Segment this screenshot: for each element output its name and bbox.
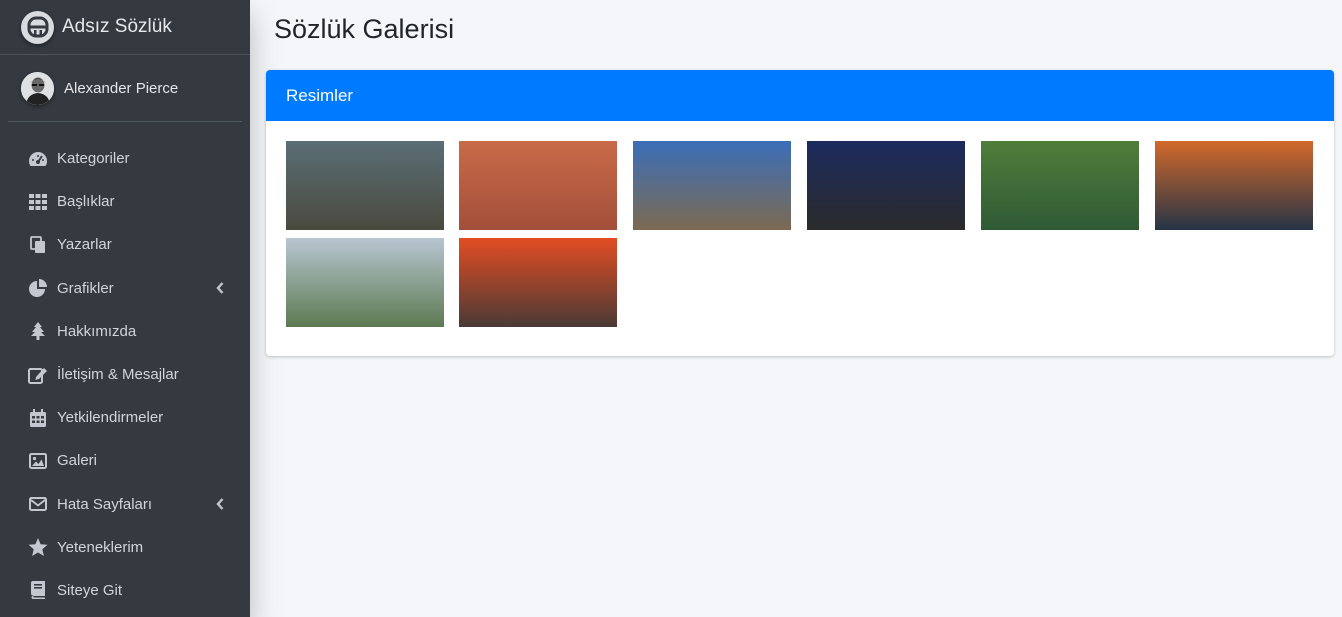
sidebar-item-galeri[interactable]: Galeri (0, 439, 250, 482)
pie-chart-icon (28, 278, 48, 298)
tachometer-icon (28, 149, 48, 169)
card-header: Resimler (266, 70, 1334, 121)
sidebar-item-label: Yazarlar (57, 236, 112, 254)
sidebar-item-iletisim[interactable]: İletişim & Mesajlar (0, 353, 250, 396)
page-title: Sözlük Galerisi (274, 14, 455, 44)
chevron-left-icon (216, 282, 226, 294)
gallery-image-trojan-horse[interactable] (633, 141, 791, 230)
user-avatar (21, 71, 54, 105)
gallery-image-sunset-coast[interactable] (1155, 141, 1313, 230)
sidebar-item-label: Kategoriler (57, 150, 130, 168)
gallery-image-river-city[interactable] (286, 238, 444, 327)
sidebar-item-label: Siteye Git (57, 581, 123, 599)
sidebar-item-kategoriler[interactable]: Kategoriler (0, 137, 250, 180)
sidebar-item-label: Galeri (57, 452, 98, 470)
sidebar-nav: Kategoriler Başlıklar Yazarlar Grafikler (0, 122, 250, 612)
sidebar-item-label: İletişim & Mesajlar (57, 366, 179, 384)
sidebar-item-grafikler[interactable]: Grafikler (0, 267, 250, 310)
gallery-image-sea-sunset[interactable] (459, 238, 617, 327)
brand-name: Adsız Sözlük (62, 16, 172, 37)
book-icon (28, 580, 48, 600)
sidebar-item-label: Grafikler (57, 279, 114, 297)
gallery-image-city-aerial[interactable] (286, 141, 444, 230)
gallery-image-stone-bridge-river[interactable] (981, 141, 1139, 230)
star-icon (28, 537, 48, 557)
sidebar-item-label: Yetkilendirmeler (57, 409, 164, 427)
user-name[interactable]: Alexander Pierce (64, 80, 178, 97)
sidebar-item-yeteneklerim[interactable]: Yeteneklerim (0, 526, 250, 569)
image-icon (28, 451, 48, 471)
gallery-card: Resimler (266, 70, 1334, 356)
envelope-icon (28, 494, 48, 514)
brand-link[interactable]: Adsız Sözlük (0, 0, 250, 55)
sidebar-item-yetkilendirmeler[interactable]: Yetkilendirmeler (0, 396, 250, 439)
sidebar-item-label: Başlıklar (57, 193, 115, 211)
chevron-left-icon (216, 498, 226, 510)
sidebar-item-hata-sayfalari[interactable]: Hata Sayfaları (0, 483, 250, 526)
edit-icon (28, 365, 48, 385)
grid-icon (28, 192, 48, 212)
sidebar-item-label: Yeteneklerim (57, 538, 144, 556)
sidebar-item-label: Hakkımızda (57, 322, 137, 340)
content-wrapper: Sözlük Galerisi Resimler (250, 0, 1342, 617)
sidebar-item-yazarlar[interactable]: Yazarlar (0, 223, 250, 266)
sidebar-item-label: Hata Sayfaları (57, 495, 153, 513)
sidebar: Adsız Sözlük Alexander Pierce Kategorile… (0, 0, 250, 617)
sidebar-item-siteye-git[interactable]: Siteye Git (0, 569, 250, 612)
copy-icon (28, 235, 48, 255)
gallery-image-clock-tower-night[interactable] (807, 141, 965, 230)
tree-icon (28, 321, 48, 341)
card-title: Resimler (286, 85, 354, 105)
sidebar-item-hakkimizda[interactable]: Hakkımızda (0, 310, 250, 353)
brand-logo-icon (21, 10, 54, 44)
sidebar-item-basliklar[interactable]: Başlıklar (0, 180, 250, 223)
user-panel[interactable]: Alexander Pierce (8, 55, 242, 122)
gallery-image-nemrut-statues[interactable] (459, 141, 617, 230)
calendar-icon (28, 408, 48, 428)
